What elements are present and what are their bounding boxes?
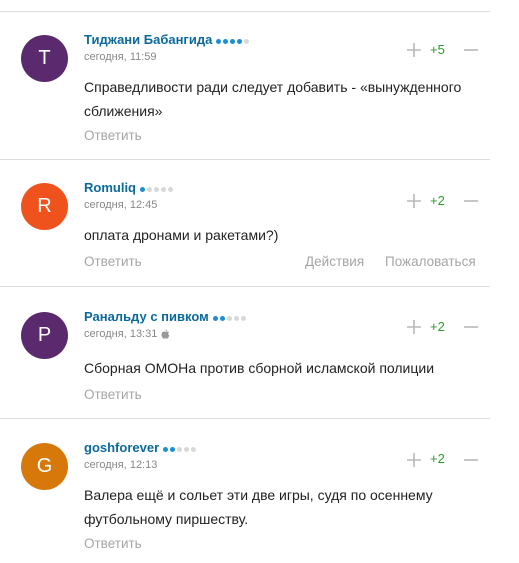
rating-dot bbox=[226, 316, 232, 322]
avatar[interactable]: G bbox=[21, 443, 68, 490]
reply-link[interactable]: Ответить bbox=[84, 128, 142, 143]
divider bbox=[0, 418, 490, 419]
comment-date: сегодня, 11:59 bbox=[84, 51, 157, 63]
vote-score: +2 bbox=[430, 193, 445, 208]
rating-dot bbox=[237, 39, 243, 45]
rating-dot bbox=[230, 39, 236, 45]
comment-date-label: сегодня, 13:31 bbox=[84, 328, 158, 340]
divider bbox=[0, 159, 490, 160]
comment-date-label: сегодня, 12:45 bbox=[84, 199, 158, 211]
report-link[interactable]: Пожаловаться bbox=[385, 254, 476, 269]
rating-dot bbox=[154, 187, 159, 193]
rating-dot bbox=[147, 187, 152, 193]
rating-dot bbox=[170, 447, 176, 453]
minus-icon[interactable] bbox=[463, 192, 479, 210]
rating-dot bbox=[191, 447, 197, 453]
comment-text: оплата дронами и ракетами?) bbox=[84, 227, 279, 243]
rating-dot bbox=[219, 316, 225, 322]
minus-icon[interactable] bbox=[463, 318, 479, 336]
plus-icon[interactable] bbox=[405, 192, 423, 210]
comment-date: сегодня, 12:45 bbox=[84, 199, 157, 211]
rating-dot bbox=[177, 447, 183, 453]
plus-icon[interactable] bbox=[405, 318, 423, 336]
minus-icon[interactable] bbox=[463, 41, 479, 59]
divider bbox=[0, 286, 490, 287]
rating-dots bbox=[212, 310, 248, 325]
comment-date-label: сегодня, 12:13 bbox=[84, 459, 158, 471]
plus-icon[interactable] bbox=[405, 41, 423, 59]
rating-dot bbox=[163, 447, 169, 453]
plus-icon[interactable] bbox=[405, 451, 423, 469]
rating-dot bbox=[140, 187, 145, 193]
rating-dots bbox=[163, 441, 198, 456]
author-name[interactable]: Romuliq bbox=[84, 180, 175, 196]
author-name-label[interactable]: Тиджани Бабангида bbox=[84, 32, 212, 47]
vote-score: +5 bbox=[430, 42, 445, 57]
comment-text: Сборная ОМОНа против сборной исламской п… bbox=[84, 360, 435, 376]
rating-dot bbox=[184, 447, 190, 453]
minus-icon[interactable] bbox=[463, 451, 479, 469]
rating-dot bbox=[233, 316, 239, 322]
comment-text: Справедливости ради следует добавить - «… bbox=[84, 79, 462, 119]
vote-score: +2 bbox=[430, 451, 445, 466]
reply-link[interactable]: Ответить bbox=[84, 254, 142, 269]
vote-score: +2 bbox=[430, 319, 445, 334]
avatar[interactable]: Т bbox=[21, 35, 68, 82]
reply-link[interactable]: Ответить bbox=[84, 536, 142, 551]
comment-date-label: сегодня, 11:59 bbox=[84, 51, 157, 63]
rating-dot bbox=[240, 316, 246, 322]
avatar[interactable]: R bbox=[21, 183, 68, 230]
author-name[interactable]: goshforever bbox=[84, 440, 198, 456]
rating-dot bbox=[161, 187, 166, 193]
rating-dot bbox=[212, 316, 218, 322]
rating-dots bbox=[216, 33, 251, 48]
rating-dot bbox=[216, 39, 222, 45]
rating-dot bbox=[223, 39, 229, 45]
actions-link[interactable]: Действия bbox=[305, 254, 364, 269]
comment-text: Валера ещё и сольет эти две игры, судя п… bbox=[84, 487, 433, 527]
comment-date: сегодня, 13:31 bbox=[84, 328, 170, 340]
top-divider bbox=[0, 11, 490, 12]
author-name-label[interactable]: goshforever bbox=[84, 440, 159, 455]
author-name[interactable]: Тиджани Бабангида bbox=[84, 32, 251, 48]
rating-dot bbox=[168, 187, 173, 193]
reply-link[interactable]: Ответить bbox=[84, 387, 142, 402]
avatar[interactable]: Р bbox=[21, 312, 68, 359]
author-name-label[interactable]: Ранальду с пивком bbox=[84, 309, 209, 324]
author-name-label[interactable]: Romuliq bbox=[84, 180, 136, 195]
author-name[interactable]: Ранальду с пивком bbox=[84, 309, 248, 325]
comment-date: сегодня, 12:13 bbox=[84, 459, 157, 471]
rating-dot bbox=[244, 39, 250, 45]
apple-icon bbox=[161, 329, 170, 339]
rating-dots bbox=[140, 181, 175, 196]
